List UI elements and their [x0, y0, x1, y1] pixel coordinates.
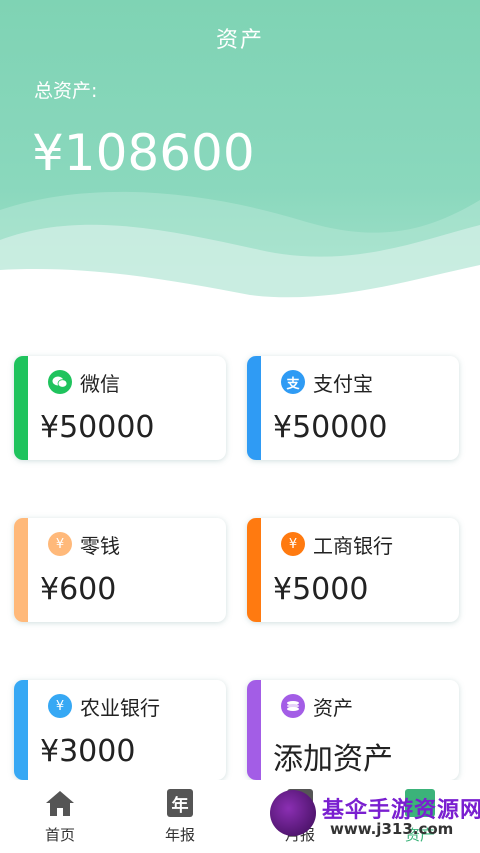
- total-assets-value: ¥108600: [32, 124, 255, 182]
- watermark-logo: [270, 790, 316, 836]
- asset-name: 零钱: [80, 534, 120, 558]
- asset-card-icbc[interactable]: ¥ 工商银行 ¥5000: [247, 518, 459, 622]
- tab-label: 首页: [44, 826, 75, 844]
- yuan-coin-icon: ¥: [48, 532, 72, 556]
- add-asset-icon: [281, 694, 305, 718]
- page-title: 资产: [215, 28, 264, 53]
- asset-card-change[interactable]: ¥ 零钱 ¥600: [14, 518, 226, 622]
- wave-decoration: [0, 191, 480, 340]
- card-accent-bar: [14, 518, 28, 622]
- add-asset-card[interactable]: 资产 添加资产: [247, 680, 459, 780]
- alipay-icon: 支: [281, 370, 305, 394]
- card-accent-bar: [247, 356, 261, 460]
- asset-card-alipay[interactable]: 支 支付宝 ¥50000: [247, 356, 459, 460]
- asset-name: 农业银行: [80, 696, 160, 720]
- asset-amount: ¥600: [40, 572, 117, 607]
- tab-home[interactable]: 首页: [20, 788, 100, 845]
- wechat-icon: [48, 370, 72, 394]
- asset-name: 微信: [80, 372, 120, 396]
- asset-amount: ¥5000: [273, 572, 369, 607]
- year-char: 年: [167, 789, 193, 817]
- card-accent-bar: [247, 680, 261, 780]
- total-assets-label: 总资产:: [34, 80, 98, 102]
- year-report-icon: 年: [163, 788, 197, 818]
- asset-card-wechat[interactable]: 微信 ¥50000: [14, 356, 226, 460]
- tab-year-report[interactable]: 年 年报: [140, 788, 220, 845]
- tab-label: 年报: [164, 826, 195, 844]
- asset-amount: ¥50000: [40, 410, 155, 445]
- asset-name: 支付宝: [313, 372, 373, 396]
- home-icon: [43, 788, 77, 818]
- header-banner: 资产 总资产: ¥108600: [0, 0, 480, 340]
- asset-amount: ¥3000: [40, 734, 136, 769]
- add-asset-button[interactable]: 添加资产: [273, 734, 393, 778]
- site-watermark: 基伞手游资源网 www.j313.com: [268, 786, 480, 846]
- yuan-coin-icon: ¥: [48, 694, 72, 718]
- card-accent-bar: [247, 518, 261, 622]
- yuan-coin-icon: ¥: [281, 532, 305, 556]
- asset-card-abc[interactable]: ¥ 农业银行 ¥3000: [14, 680, 226, 780]
- card-accent-bar: [14, 356, 28, 460]
- asset-name: 工商银行: [313, 534, 393, 558]
- asset-amount: ¥50000: [273, 410, 388, 445]
- watermark-url: www.j313.com: [330, 820, 454, 838]
- asset-name: 资产: [313, 696, 353, 720]
- card-accent-bar: [14, 680, 28, 780]
